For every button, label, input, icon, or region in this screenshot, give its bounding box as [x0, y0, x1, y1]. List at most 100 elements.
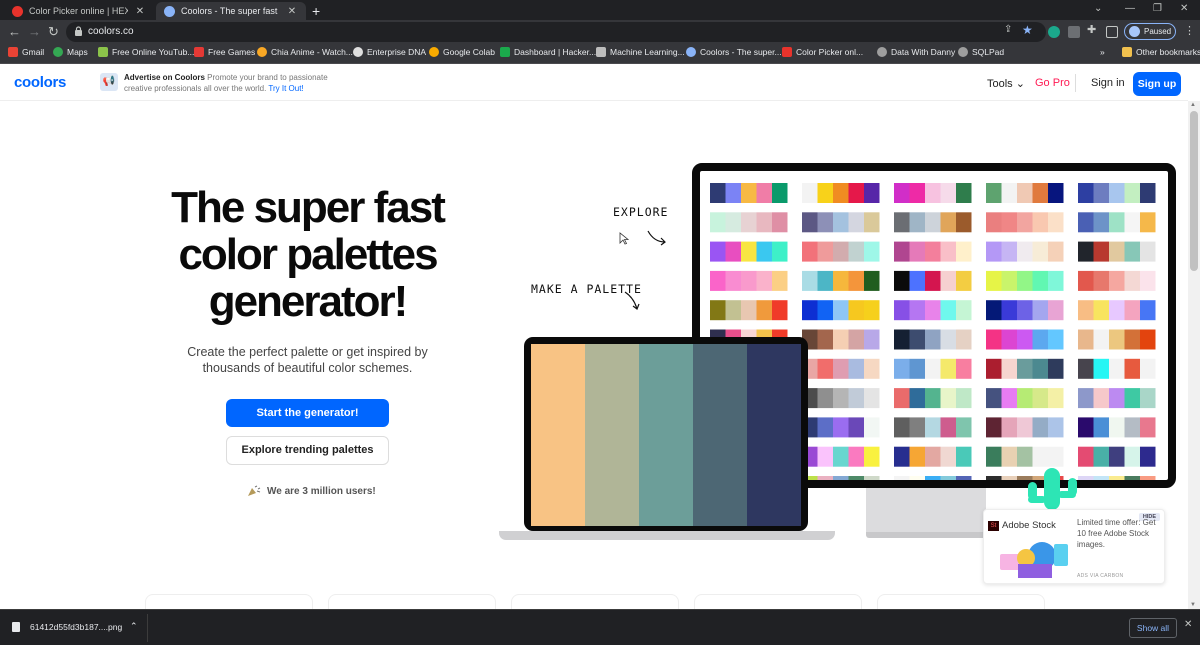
palette-swatch	[925, 476, 941, 480]
palette-swatch	[1140, 241, 1156, 262]
palette-swatch	[894, 241, 910, 262]
feature-card[interactable]	[145, 594, 313, 609]
close-download-bar-icon[interactable]: ✕	[1184, 619, 1192, 630]
palette-swatch	[909, 212, 925, 233]
address-bar[interactable]: coolors.co	[66, 22, 1046, 42]
bookmark-machine-learning[interactable]: Machine Learning...	[596, 47, 685, 57]
palette-swatch	[1048, 300, 1064, 321]
more-bookmarks-chevron[interactable]: »	[1100, 47, 1105, 57]
share-icon[interactable]: ⇪	[1004, 24, 1016, 36]
browser-tab-strip: Color Picker online | HEX Color ✕ Coolor…	[0, 0, 1200, 20]
bookmark-maps[interactable]: Maps	[53, 47, 88, 57]
palette-swatch	[940, 270, 956, 291]
reload-icon[interactable]: ↻	[48, 24, 59, 40]
palette-swatch	[1001, 417, 1017, 438]
bookmark-gmail[interactable]: Gmail	[8, 47, 44, 57]
new-tab-plus-icon[interactable]: +	[312, 3, 320, 19]
profile-status: Paused	[1144, 27, 1172, 36]
bookmark-free-games[interactable]: Free Games	[194, 47, 255, 57]
bookmark-enterprise-dna[interactable]: Enterprise DNA	[353, 47, 426, 57]
sign-in-link[interactable]: Sign in	[1091, 77, 1125, 89]
feature-card[interactable]	[877, 594, 1045, 609]
avatar	[1129, 26, 1140, 37]
palette-swatch	[817, 329, 833, 350]
go-pro-link[interactable]: Go Pro	[1035, 77, 1070, 89]
bookmark-coolors[interactable]: Coolors - The super...	[686, 47, 782, 57]
coolors-logo[interactable]: coolors	[14, 74, 66, 91]
extension-icon[interactable]	[1048, 26, 1060, 38]
side-panel-icon[interactable]	[1106, 26, 1118, 38]
palette-swatch	[864, 183, 880, 203]
palette-swatch	[772, 241, 788, 262]
palette-swatch	[894, 417, 910, 438]
tab-search-chevron-icon[interactable]: ⌄	[1094, 3, 1102, 14]
forward-arrow-icon[interactable]: →	[28, 24, 41, 39]
bookmark-chia-anime[interactable]: Chia Anime - Watch...	[257, 47, 353, 57]
chevron-up-icon[interactable]: ⌃	[130, 621, 138, 632]
palette-swatch	[894, 300, 910, 321]
profile-paused-button[interactable]: Paused	[1124, 23, 1176, 40]
carbon-ad[interactable]: HIDE St Adobe Stock Limited time offer: …	[983, 509, 1165, 584]
minimize-icon[interactable]: —	[1125, 3, 1135, 14]
show-all-button[interactable]: Show all	[1129, 618, 1177, 638]
puzzle-extensions-icon[interactable]: ✚	[1087, 23, 1099, 36]
tab-coolors[interactable]: Coolors - The super fast color palette ✕	[156, 2, 306, 20]
page-scrollbar[interactable]: ▲ ▼	[1188, 101, 1200, 609]
close-tab-icon[interactable]: ✕	[134, 6, 146, 17]
palette-swatch	[848, 212, 864, 233]
bookmark-color-picker[interactable]: Color Picker onl...	[782, 47, 863, 57]
palette-swatch	[1124, 300, 1140, 321]
bookmark-youtube[interactable]: Free Online YouTub...	[98, 47, 194, 57]
feature-card[interactable]	[694, 594, 862, 609]
explore-trending-button[interactable]: Explore trending palettes	[226, 436, 389, 465]
download-bar: 61412d55fd3b187....png ⌃ Show all ✕	[0, 609, 1200, 645]
hackerrank-icon	[500, 47, 510, 57]
extension-icon[interactable]	[1068, 26, 1080, 38]
palette-swatch	[1124, 417, 1140, 438]
scrollbar-thumb[interactable]	[1190, 111, 1198, 271]
palette-swatch	[909, 329, 925, 350]
palette-card	[986, 446, 1064, 467]
kebab-menu-icon[interactable]: ⋮	[1184, 24, 1195, 37]
sign-up-button[interactable]: Sign up	[1133, 72, 1181, 96]
start-generator-button[interactable]: Start the generator!	[226, 399, 389, 427]
try-it-out-link[interactable]: Try It Out!	[268, 84, 303, 93]
palette-swatch	[1078, 329, 1094, 350]
back-arrow-icon[interactable]: ←	[8, 24, 21, 39]
bookmark-label: Dashboard | Hacker...	[514, 47, 597, 57]
bookmark-colab[interactable]: Google Colab	[429, 47, 495, 57]
bookmark-hackerrank[interactable]: Dashboard | Hacker...	[500, 47, 596, 57]
palette-swatch	[772, 270, 788, 291]
palette-swatch	[848, 241, 864, 262]
bookmark-sqlpad[interactable]: SQLPad	[958, 47, 1004, 57]
palette-card	[986, 183, 1064, 203]
bookmark-data-with-danny[interactable]: Data With Danny	[877, 47, 955, 57]
tab-color-picker[interactable]: Color Picker online | HEX Color ✕	[4, 2, 154, 20]
palette-swatch	[1140, 476, 1156, 480]
tools-menu[interactable]: Tools ⌄	[987, 77, 1025, 90]
palette-swatch	[909, 388, 925, 409]
palette-swatch	[1140, 388, 1156, 409]
window-close-icon[interactable]: ✕	[1180, 3, 1188, 14]
palette-swatch	[940, 329, 956, 350]
scroll-down-icon[interactable]: ▼	[1190, 602, 1196, 608]
monitor-base	[866, 532, 994, 538]
ads-via-carbon[interactable]: ADS VIA CARBON	[1077, 573, 1123, 579]
palette-swatch	[817, 300, 833, 321]
bookmark-star-icon[interactable]: ★	[1022, 23, 1034, 37]
palette-swatch	[802, 270, 818, 291]
palette-swatch	[848, 358, 864, 379]
palette-swatch	[1048, 329, 1064, 350]
palette-swatch	[1032, 300, 1048, 321]
restore-icon[interactable]: ❐	[1153, 3, 1162, 14]
download-item[interactable]: 61412d55fd3b187....png	[12, 622, 122, 632]
other-bookmarks[interactable]: Other bookmarks	[1122, 47, 1200, 57]
palette-swatch	[848, 388, 864, 409]
advertise-banner: Advertise on Coolors Promote your brand …	[124, 72, 354, 94]
scroll-up-icon[interactable]: ▲	[1190, 102, 1196, 108]
close-tab-icon[interactable]: ✕	[286, 6, 298, 17]
feature-card[interactable]	[328, 594, 496, 609]
feature-card[interactable]	[511, 594, 679, 609]
palette-swatch	[940, 476, 956, 480]
laptop-base	[499, 531, 835, 540]
